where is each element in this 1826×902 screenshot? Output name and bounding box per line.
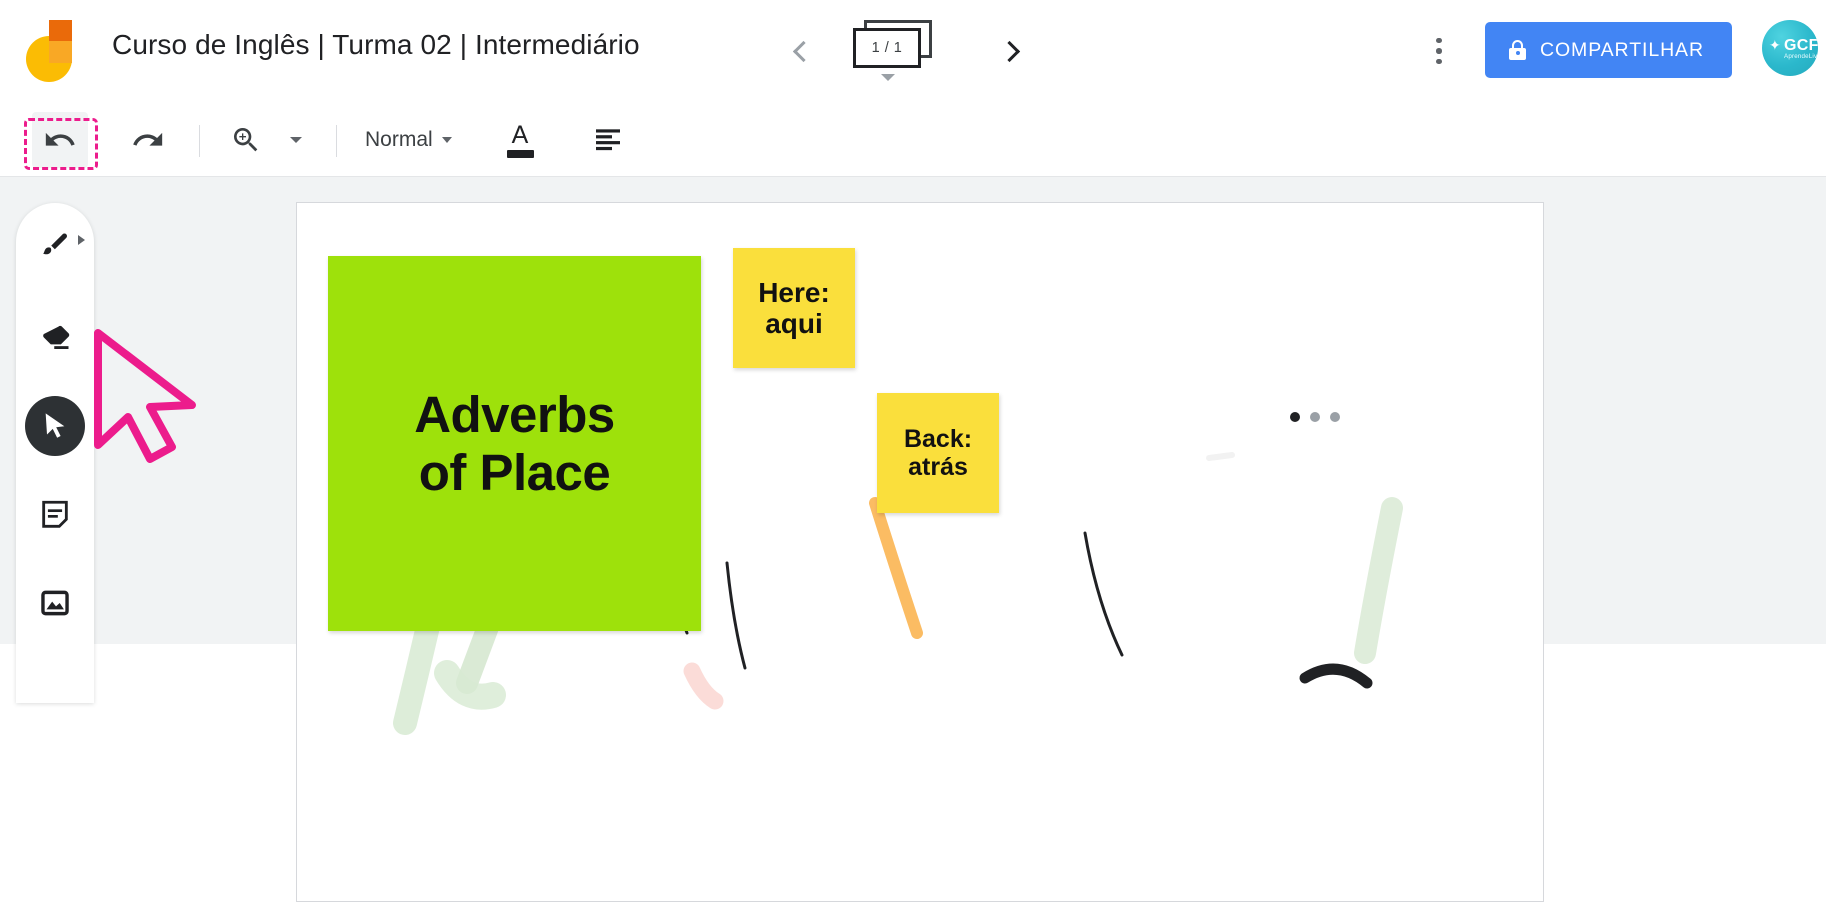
kebab-dot (1436, 58, 1442, 65)
chevron-left-icon (792, 40, 814, 62)
pointer-cursor-annotation (94, 329, 196, 463)
undo-button[interactable] (32, 112, 88, 168)
kebab-dot (1436, 48, 1442, 54)
app-header: Curso de Inglês | Turma 02 | Intermediár… (0, 0, 1826, 103)
frame-counter[interactable]: 1 / 1 (853, 20, 945, 84)
sticky-note[interactable]: Back: atrás (877, 393, 999, 513)
editor-toolbar: Normal A (0, 103, 1826, 177)
avatar[interactable]: ✦ GCF AprendeLivre (1762, 20, 1818, 76)
sticky-note[interactable]: Adverbs of Place (328, 256, 701, 631)
chevron-right-icon (998, 40, 1020, 62)
zoom-button[interactable] (218, 112, 274, 168)
text-color-swatch (506, 149, 534, 158)
jam-canvas[interactable]: Adverbs of Place Here: aqui Back: atrás (296, 202, 1544, 902)
frame-counter-label: 1 / 1 (853, 28, 921, 68)
page-title[interactable]: Curso de Inglês | Turma 02 | Intermediár… (112, 29, 640, 61)
image-icon (41, 590, 69, 616)
sticky-note-icon (42, 500, 68, 528)
loading-dot (1310, 412, 1320, 422)
logo-square-top-shape (49, 20, 72, 41)
frame-navigation: 1 / 1 (780, 8, 1040, 94)
toolbar-separator (336, 125, 337, 157)
text-style-label: Normal (365, 128, 433, 151)
sidebar-item-eraser[interactable] (25, 307, 85, 367)
jamboard-logo[interactable] (26, 20, 72, 82)
text-style-dropdown[interactable]: Normal (353, 112, 464, 168)
undo-icon (45, 132, 75, 146)
previous-frame-button[interactable] (780, 30, 822, 72)
redo-button[interactable] (120, 112, 176, 168)
zoom-dropdown-button[interactable] (278, 112, 314, 168)
share-button-label: COMPARTILHAR (1540, 38, 1704, 61)
sticky-note[interactable]: Here: aqui (733, 248, 855, 368)
zoom-in-icon (234, 128, 258, 152)
workspace: Adverbs of Place Here: aqui Back: atrás (0, 177, 1826, 902)
pen-expand-icon[interactable] (78, 235, 85, 245)
next-frame-button[interactable] (990, 30, 1032, 72)
redo-icon (133, 132, 163, 146)
loading-indicator (1290, 412, 1340, 422)
loading-dot (1290, 412, 1300, 422)
text-color-glyph: A (511, 120, 529, 149)
lock-icon (1509, 40, 1526, 60)
sidebar-item-sticky-note[interactable] (25, 485, 85, 545)
logo-square-bottom-shape (49, 40, 72, 63)
sidebar-item-pen[interactable] (25, 217, 85, 277)
sidebar-item-select[interactable] (25, 396, 85, 456)
toolbar-separator (199, 125, 200, 157)
cursor-icon (45, 413, 65, 438)
align-button[interactable] (580, 112, 636, 168)
more-options-button[interactable] (1424, 28, 1454, 74)
align-left-icon (596, 129, 620, 151)
pen-icon (43, 233, 67, 255)
avatar-mark-icon: ✦ (1769, 37, 1781, 53)
sidebar-item-image[interactable] (25, 573, 85, 633)
kebab-dot (1436, 37, 1442, 44)
caret-down-icon (441, 137, 452, 143)
caret-down-icon (290, 137, 302, 143)
loading-dot (1330, 412, 1340, 422)
caret-down-icon[interactable] (881, 74, 895, 81)
tool-rail (16, 203, 94, 703)
text-color-button[interactable]: A (492, 112, 548, 168)
share-button[interactable]: COMPARTILHAR (1485, 22, 1732, 78)
avatar-subtitle: AprendeLivre (1784, 53, 1818, 60)
eraser-icon (43, 325, 70, 349)
